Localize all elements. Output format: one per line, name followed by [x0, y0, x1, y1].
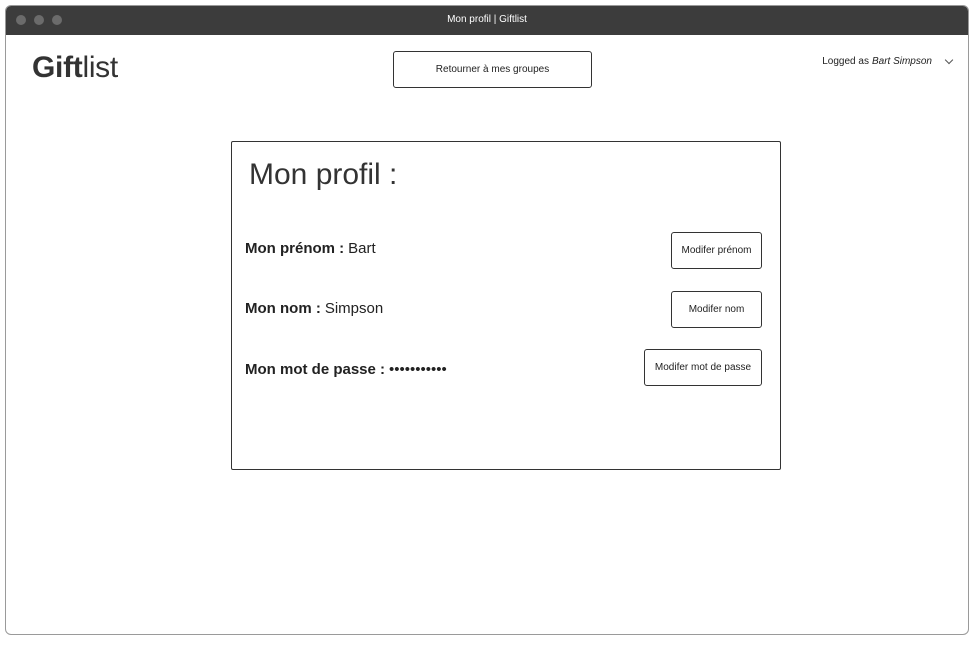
- edit-first-name-button[interactable]: Modifer prénom: [671, 232, 762, 269]
- chevron-down-icon: [944, 55, 954, 64]
- browser-window: Mon profil | Giftlist Giftlist Retourner…: [5, 5, 969, 635]
- logo-light-text: list: [82, 51, 118, 84]
- app-logo[interactable]: Giftlist: [32, 51, 118, 85]
- password-field: Mon mot de passe : •••••••••••: [245, 361, 447, 378]
- user-name: Bart Simpson: [871, 56, 932, 67]
- first-name-field: Mon prénom : Bart: [245, 240, 376, 257]
- last-name-label: Mon nom :: [245, 300, 321, 317]
- edit-password-button[interactable]: Modifer mot de passe: [644, 349, 762, 386]
- first-name-value: Bart: [348, 240, 376, 257]
- logo-bold-text: Gift: [32, 51, 83, 84]
- last-name-value: Simpson: [324, 300, 384, 317]
- edit-last-name-button[interactable]: Modifer nom: [671, 291, 762, 328]
- title-bar: Mon profil | Giftlist: [6, 6, 968, 35]
- user-menu[interactable]: Logged as Bart Simpson: [822, 55, 954, 67]
- profile-card: Mon profil : Mon prénom : Bart Modifer pr…: [231, 141, 781, 470]
- user-menu-prefix: Logged as: [822, 56, 869, 67]
- window-title: Mon profil | Giftlist: [447, 14, 527, 25]
- first-name-label: Mon prénom :: [245, 240, 345, 257]
- password-value: •••••••••••: [389, 361, 447, 378]
- page-title: Mon profil :: [249, 158, 398, 191]
- last-name-field: Mon nom : Simpson: [245, 300, 383, 317]
- password-label: Mon mot de passe :: [245, 361, 386, 378]
- back-to-groups-button[interactable]: Retourner à mes groupes: [393, 51, 592, 88]
